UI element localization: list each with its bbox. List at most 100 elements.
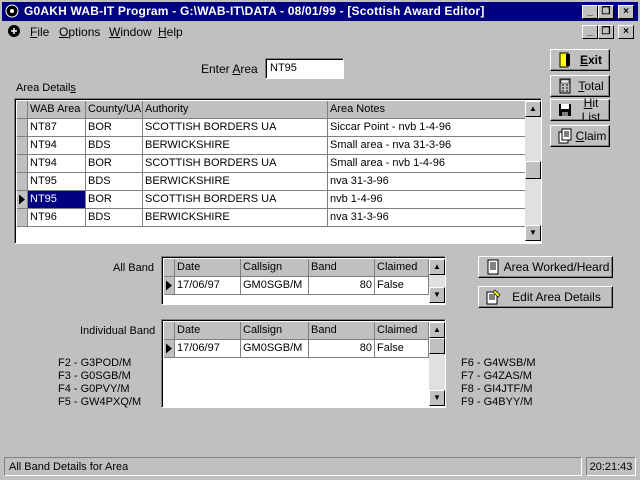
column-header[interactable]: County/UA [86, 101, 143, 119]
floppy-disk-icon [559, 104, 571, 116]
table-cell[interactable]: BDS [86, 137, 143, 155]
table-cell[interactable]: NT95 [28, 173, 86, 191]
table-cell[interactable]: BOR [86, 191, 143, 209]
enter-area-input[interactable]: NT95 [265, 58, 344, 79]
row-indicator[interactable] [17, 137, 28, 155]
row-indicator[interactable] [17, 209, 28, 227]
table-cell[interactable]: BDS [86, 173, 143, 191]
restore-button[interactable]: ❐ [598, 5, 614, 19]
scroll-thumb[interactable] [525, 161, 541, 179]
column-header[interactable]: WAB Area [28, 101, 86, 119]
table-cell[interactable]: nva 31-3-96 [328, 209, 525, 227]
current-row-arrow-icon [166, 343, 172, 354]
door-exit-icon [559, 52, 570, 68]
all-band-grid[interactable]: Date Callsign Band Claimed 17/06/97 GM0SGB/M 8… [161, 256, 446, 305]
all-band-scroll-up[interactable]: ▲ [429, 259, 445, 275]
scroll-down-button[interactable]: ▼ [525, 225, 541, 241]
child-close-icon: × [623, 26, 629, 37]
table-cell[interactable]: 17/06/97 [175, 340, 241, 358]
menu-window[interactable]: Window [109, 25, 152, 39]
grid-corner [164, 322, 175, 340]
row-indicator[interactable] [17, 173, 28, 191]
child-close-button[interactable]: × [618, 25, 634, 39]
table-cell[interactable]: NT94 [28, 155, 86, 173]
column-header[interactable]: Area Notes [328, 101, 525, 119]
hit-list-button[interactable]: Hit List [550, 96, 610, 124]
column-header[interactable]: Claimed [375, 259, 429, 277]
table-cell[interactable]: Siccar Point - nvb 1-4-96 [328, 119, 525, 137]
document-icon[interactable] [7, 24, 21, 38]
menu-options[interactable]: Options [59, 25, 100, 39]
table-cell[interactable]: NT95 [28, 191, 86, 209]
table-cell[interactable]: nvb 1-4-96 [328, 191, 525, 209]
area-details-grid[interactable]: WAB Area County/UA Authority Area Notes NT87… [14, 98, 542, 244]
table-cell[interactable]: BERWICKSHIRE [143, 137, 328, 155]
table-cell[interactable]: SCOTTISH BORDERS UA [143, 191, 328, 209]
fkey-f8: F8 - GI4JTF/M [461, 383, 533, 395]
child-minimize-button[interactable]: _ [582, 25, 598, 39]
scroll-up-button[interactable]: ▲ [525, 101, 541, 117]
table-cell[interactable]: NT87 [28, 119, 86, 137]
table-cell[interactable]: SCOTTISH BORDERS UA [143, 119, 328, 137]
close-button[interactable]: × [618, 5, 634, 19]
minimize-button[interactable]: _ [582, 5, 598, 19]
row-indicator[interactable] [164, 277, 175, 295]
documents-icon [558, 128, 572, 144]
area-grid-scrollbar[interactable]: ▲ ▼ [525, 101, 541, 241]
table-cell[interactable]: GM0SGB/M [241, 277, 309, 295]
row-indicator[interactable] [17, 191, 28, 209]
individual-band-grid[interactable]: Date Callsign Band Claimed 17/06/97 GM0SGB/M 8… [161, 319, 446, 408]
table-cell[interactable]: Small area - nva 31-3-96 [328, 137, 525, 155]
menu-help[interactable]: Help [158, 25, 183, 39]
window-title: G0AKH WAB-IT Program - G:\WAB-IT\DATA - … [24, 4, 485, 18]
table-cell[interactable]: Small area - nvb 1-4-96 [328, 155, 525, 173]
title-bar[interactable]: G0AKH WAB-IT Program - G:\WAB-IT\DATA - … [2, 2, 638, 21]
table-cell[interactable]: nva 31-3-96 [328, 173, 525, 191]
table-cell[interactable]: False [375, 277, 429, 295]
individual-band-scroll-down[interactable]: ▼ [429, 390, 445, 406]
edit-area-details-button[interactable]: Edit Area Details [478, 286, 613, 308]
row-indicator[interactable] [17, 119, 28, 137]
app-icon[interactable] [5, 4, 19, 18]
table-cell[interactable]: BDS [86, 209, 143, 227]
column-header[interactable]: Claimed [375, 322, 429, 340]
table-cell[interactable]: GM0SGB/M [241, 340, 309, 358]
table-cell[interactable]: False [375, 340, 429, 358]
all-band-scroll-down[interactable]: ▼ [429, 287, 445, 303]
column-header[interactable]: Date [175, 259, 241, 277]
table-cell[interactable]: 80 [309, 340, 375, 358]
fkey-f2: F2 - G3POD/M [58, 357, 132, 369]
fkey-f9: F9 - G4BYY/M [461, 396, 533, 408]
column-header[interactable]: Date [175, 322, 241, 340]
row-indicator[interactable] [17, 155, 28, 173]
table-cell[interactable]: 80 [309, 277, 375, 295]
column-header[interactable]: Band [309, 259, 375, 277]
table-cell[interactable]: BOR [86, 155, 143, 173]
menu-file[interactable]: File [30, 25, 49, 39]
table-cell[interactable]: BOR [86, 119, 143, 137]
child-restore-button[interactable]: ❐ [598, 25, 614, 39]
current-row-arrow-icon [166, 280, 172, 291]
table-cell[interactable]: SCOTTISH BORDERS UA [143, 155, 328, 173]
table-cell[interactable]: NT96 [28, 209, 86, 227]
area-worked-heard-button[interactable]: Area Worked/Heard [478, 256, 613, 278]
all-band-scrollbar[interactable]: ▲ ▼ [429, 259, 445, 303]
table-cell[interactable]: BERWICKSHIRE [143, 209, 328, 227]
column-header[interactable]: Authority [143, 101, 328, 119]
table-cell[interactable]: 17/06/97 [175, 277, 241, 295]
row-indicator[interactable] [164, 340, 175, 358]
column-header[interactable]: Callsign [241, 322, 309, 340]
table-cell[interactable]: NT94 [28, 137, 86, 155]
exit-button[interactable]: Exit [550, 49, 610, 71]
individual-band-scrollbar[interactable]: ▲ ▼ [429, 322, 445, 406]
individual-band-scroll-thumb[interactable] [429, 338, 445, 354]
column-header[interactable]: Callsign [241, 259, 309, 277]
fkey-f6: F6 - G4WSB/M [461, 357, 536, 369]
status-bar: All Band Details for Area 20:21:43 [2, 456, 638, 478]
individual-band-scroll-up[interactable]: ▲ [429, 322, 445, 338]
claim-button[interactable]: Claim [550, 125, 610, 147]
column-header[interactable]: Band [309, 322, 375, 340]
total-button[interactable]: Total [550, 75, 610, 97]
table-cell[interactable]: BERWICKSHIRE [143, 173, 328, 191]
close-icon: × [623, 6, 629, 17]
